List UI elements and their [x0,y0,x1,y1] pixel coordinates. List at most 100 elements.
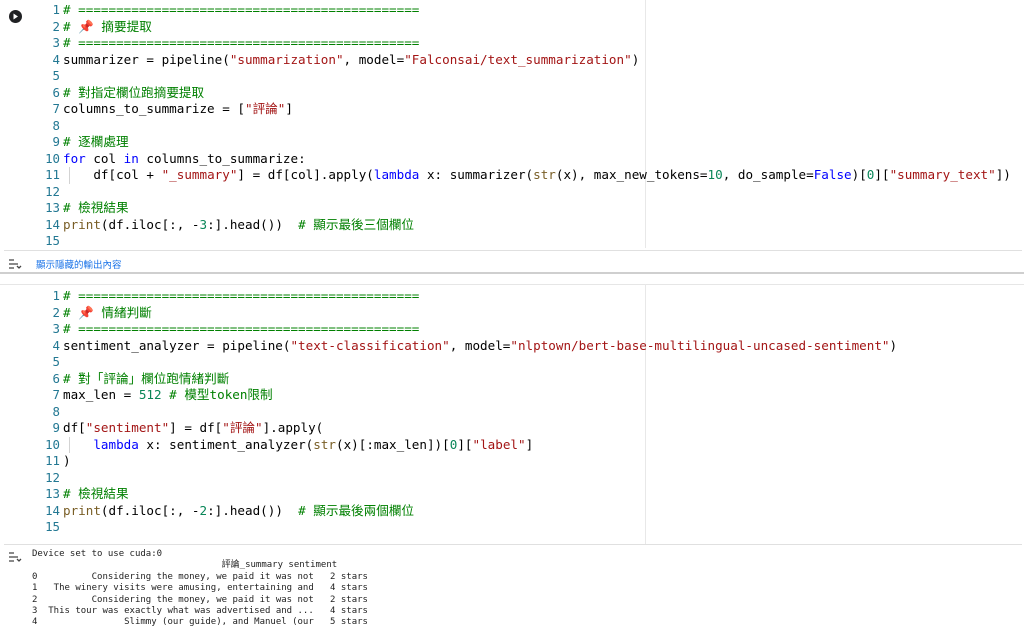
code-token: print [63,502,101,518]
code-token: "Falconsai/text_summarization" [404,51,632,67]
code-line[interactable]: summarizer = pipeline("summarization", m… [63,52,639,69]
show-hidden-output-link[interactable]: 顯示隱藏的輸出內容 [36,257,122,271]
code-token: # ======================================… [63,2,420,17]
code-token: ) [63,453,71,468]
code-cell-sentiment[interactable]: 1 # =====================================… [0,284,1024,633]
code-line[interactable]: # ======================================… [63,288,419,305]
code-token: # 逐欄處理 [63,134,129,149]
line-number: 2 [52,304,60,320]
play-icon [13,13,18,20]
code-line[interactable]: # ======================================… [63,321,419,338]
code-token: (x)[:max_len])[ [335,436,450,452]
code-token: "評論" [222,420,263,435]
code-token: , do_sample= [722,167,814,182]
output-toggle-icon[interactable] [8,255,22,269]
code-token: "label" [472,436,526,452]
code-line[interactable]: df["sentiment"] = df["評論"].apply( [63,420,323,437]
code-token: "sentiment" [85,420,170,435]
code-token: "_summary" [161,167,238,182]
code-token: , model= [343,51,405,67]
code-cell-summarization[interactable]: 1 # =====================================… [0,0,1024,274]
code-token: "nlptown/bert-base-multilingual-uncased-… [510,337,890,353]
line-number: 10 [45,436,60,452]
line-number: 14 [45,216,60,232]
code-token: # 顯示最後兩個欄位 [298,502,415,518]
line-number: 6 [52,370,60,386]
code-token: ].apply( [262,420,324,435]
code-token: ][ [457,436,473,452]
code-line[interactable]: # 對「評論」欄位跑情緒判斷 [63,371,229,388]
code-line[interactable]: # 📌 情緒判斷 [63,305,152,322]
code-line[interactable]: # 檢視結果 [63,200,129,217]
code-line[interactable]: print(df.iloc[:, -3:].head()) # 顯示最後三個欄位 [63,217,414,234]
code-line[interactable]: # ======================================… [63,35,419,52]
code-line[interactable]: df[col + "_summary"] = df[col].apply(lam… [63,167,1011,184]
line-number: 4 [52,51,60,67]
line-number: 7 [52,101,60,116]
code-token: ] = df[ [169,420,223,435]
code-token: str [533,167,556,182]
line-number: 1 [52,2,60,17]
code-line[interactable]: # 📌 摘要提取 [63,19,152,36]
line-number: 9 [52,420,60,435]
code-token: max_len = [63,387,139,402]
code-token: lambda [373,167,420,182]
line-number: 8 [52,403,60,419]
line-number: 13 [45,200,60,215]
code-token: x: sentiment_analyzer( [138,436,314,452]
code-line[interactable]: for col in columns_to_summarize: [63,151,306,168]
code-token: # 📌 情緒判斷 [63,304,152,320]
code-token: ) [631,51,640,67]
code-token: # 對指定欄位跑摘要提取 [63,84,205,100]
code-line[interactable]: # 對指定欄位跑摘要提取 [63,85,204,102]
code-token: , model= [449,337,511,353]
code-line[interactable]: # 檢視結果 [63,486,129,503]
code-token: # 對「評論」欄位跑情緒判斷 [63,370,230,386]
code-token: # 📌 摘要提取 [63,18,152,34]
code-line[interactable]: columns_to_summarize = ["評論"] [63,101,293,118]
code-token: # 檢視結果 [63,486,129,501]
line-number: 3 [52,321,60,336]
indent-guide [69,436,70,453]
code-token: # 模型token限制 [169,387,273,402]
run-cell-button[interactable] [9,10,22,23]
code-token: in [123,150,139,166]
indent-guide [69,167,70,184]
code-line[interactable]: ) [63,453,71,470]
line-number: 5 [52,68,60,83]
code-token: sentiment_analyzer = pipeline( [63,337,291,353]
output-table-row: 3 This tour was exactly what was adverti… [32,605,368,616]
code-line[interactable]: max_len = 512 # 模型token限制 [63,387,273,404]
code-token: )[ [851,167,867,182]
line-number: 3 [52,35,60,50]
code-editor[interactable]: 1 # =====================================… [38,0,1024,248]
code-line[interactable]: # 逐欄處理 [63,134,129,151]
code-token: lambda [93,436,139,452]
code-token: ] [285,101,293,116]
line-number: 10 [45,150,60,166]
code-token: 512 [138,387,162,402]
code-editor[interactable]: 1 # =====================================… [38,284,1024,544]
line-number: 8 [52,117,60,133]
code-token: "summary_text" [889,167,996,182]
code-token: ] [525,436,534,452]
cell-bottom-border [0,272,1024,274]
code-token: df[col + [63,167,162,182]
line-number: 15 [45,519,60,534]
code-token: 10 [707,167,723,182]
code-line[interactable]: # ======================================… [63,2,419,19]
code-token: for [63,150,86,166]
code-token: summarizer = pipeline( [63,51,230,67]
code-token: "summarization" [229,51,344,67]
output-status-line: Device set to use cuda:0 [32,549,163,559]
code-line[interactable]: print(df.iloc[:, -2:].head()) # 顯示最後兩個欄位 [63,503,414,520]
output-toggle-icon[interactable] [8,548,22,562]
code-line[interactable]: lambda x: sentiment_analyzer(str(x)[:max… [63,437,533,454]
code-token: str [313,436,336,452]
output-table-row: 2 Considering the money, we paid it was … [32,594,368,605]
code-token: ]) [995,167,1011,182]
code-token: # ======================================… [63,35,420,50]
code-line[interactable]: sentiment_analyzer = pipeline("text-clas… [63,338,897,355]
code-token: columns_to_summarize = [ [63,101,245,116]
cell-divider [4,250,1022,251]
